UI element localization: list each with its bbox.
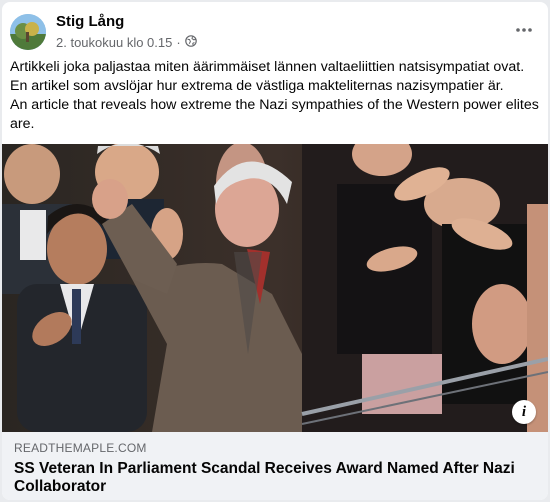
author-avatar[interactable] [10, 14, 46, 50]
post-meta: 2. toukokuu klo 0.15 · [56, 35, 197, 50]
author-name[interactable]: Stig Lång [56, 13, 124, 30]
post-text-english: An article that reveals how extreme the … [10, 97, 539, 132]
post-text: Artikkeli joka paljastaa miten äärimmäis… [10, 58, 540, 134]
link-title[interactable]: SS Veteran In Parliament Scandal Receive… [14, 460, 524, 496]
info-icon[interactable]: i [512, 400, 536, 424]
post-header: Stig Lång 2. toukokuu klo 0.15 · [10, 12, 540, 54]
link-domain: READTHEMAPLE.COM [14, 441, 147, 455]
post-text-swedish: En artikel som avslöjar hur extrema de v… [10, 78, 504, 94]
globe-icon [184, 35, 197, 50]
link-preview-image[interactable]: i [2, 144, 548, 432]
post-card: Stig Lång 2. toukokuu klo 0.15 · Artikke… [2, 2, 548, 500]
post-timestamp[interactable]: 2. toukokuu klo 0.15 [56, 35, 172, 50]
link-preview[interactable]: READTHEMAPLE.COM SS Veteran In Parliamen… [2, 432, 548, 500]
more-horizontal-icon[interactable] [512, 20, 536, 40]
meta-separator: · [176, 35, 181, 50]
post-text-finnish: Artikkeli joka paljastaa miten äärimmäis… [10, 59, 525, 75]
